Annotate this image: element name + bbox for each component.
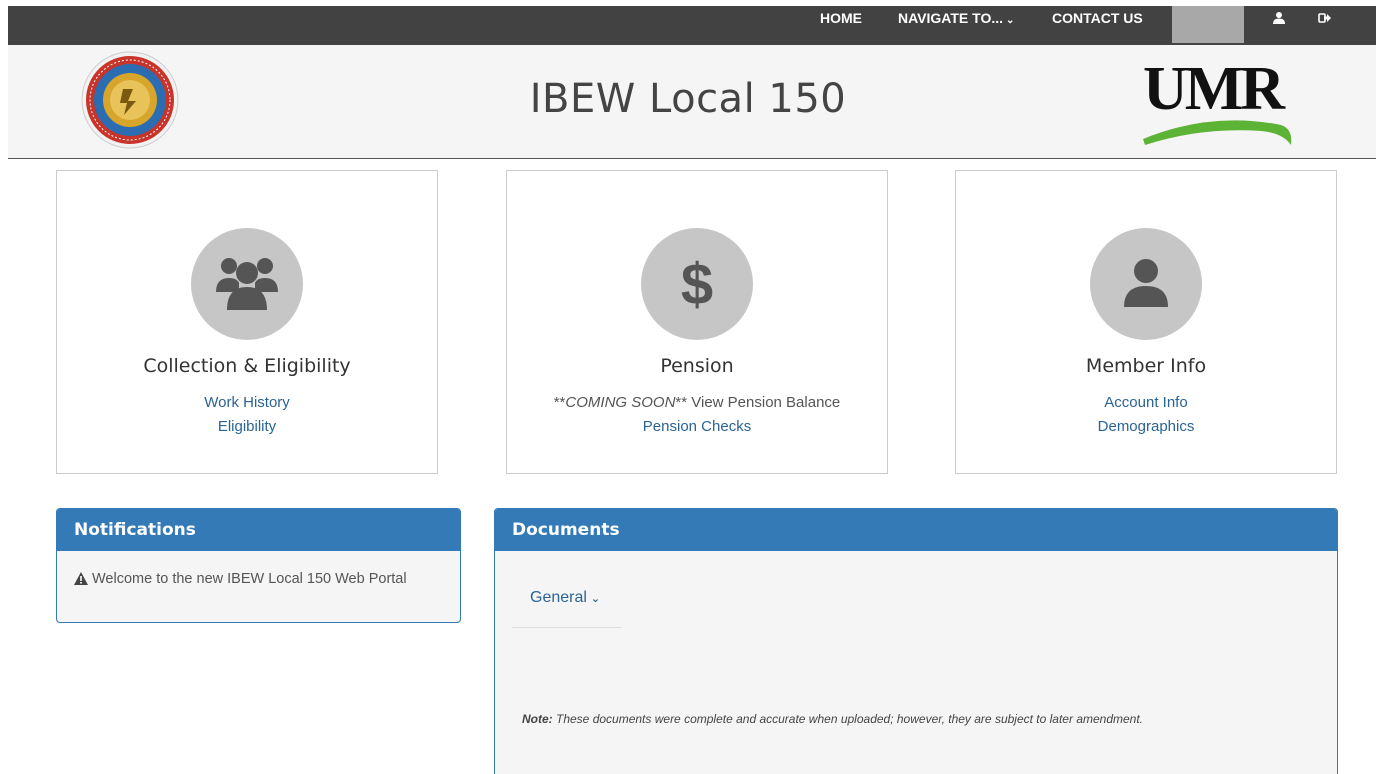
card-title: Collection & Eligibility <box>143 355 351 377</box>
documents-disclaimer: Note: These documents were complete and … <box>522 712 1143 726</box>
chevron-down-icon: ⌄ <box>1006 15 1015 26</box>
svg-text:$: $ <box>681 252 713 317</box>
demographics-link[interactable]: Demographics <box>956 418 1336 435</box>
nav-navigate-dropdown[interactable]: NAVIGATE TO... ⌄ <box>898 6 1014 45</box>
eligibility-link[interactable]: Eligibility <box>57 418 437 435</box>
chevron-down-icon: ⌄ <box>590 593 601 605</box>
notifications-panel: Notifications Welcome to the new IBEW Lo… <box>56 508 461 623</box>
dollar-icon: $ <box>681 252 713 317</box>
tab-general[interactable]: General ⌄ <box>512 589 622 628</box>
note-text: These documents were complete and accura… <box>552 712 1144 726</box>
collection-eligibility-card: Collection & Eligibility Work History El… <box>56 170 438 474</box>
dollar-icon-circle: $ <box>641 228 753 340</box>
user-icon[interactable] <box>1272 11 1286 25</box>
pension-checks-link[interactable]: Pension Checks <box>507 418 887 435</box>
coming-soon-text: COMING SOON <box>565 394 676 411</box>
notification-message: Welcome to the new IBEW Local 150 Web Po… <box>92 571 407 587</box>
pension-card: $ Pension **COMING SOON** View Pension B… <box>506 170 888 474</box>
nav-navigate-label: NAVIGATE TO... <box>898 10 1004 26</box>
panel-title: Documents <box>495 509 1337 551</box>
warning-icon <box>74 572 88 585</box>
nav-home-link[interactable]: HOME <box>820 6 862 45</box>
pension-balance-note: **COMING SOON** View Pension Balance <box>507 394 887 411</box>
tab-general-label-wrap: General ⌄ <box>530 589 600 607</box>
user-icon <box>1124 259 1168 307</box>
top-nav-bar: HOME NAVIGATE TO... ⌄ CONTACT US <box>8 6 1376 45</box>
documents-panel: Documents General ⌄ Note: These documents… <box>494 508 1338 774</box>
redacted-username-box <box>1172 6 1244 43</box>
card-title: Pension <box>660 355 734 377</box>
panel-title: Notifications <box>57 509 460 551</box>
logout-icon[interactable] <box>1318 11 1332 25</box>
card-title: Member Info <box>1085 355 1207 377</box>
nav-contact-link[interactable]: CONTACT US <box>1052 6 1143 45</box>
page-title: IBEW Local 150 <box>529 76 847 122</box>
note-suffix: ** View Pension Balance <box>675 394 841 411</box>
work-history-link[interactable]: Work History <box>57 394 437 411</box>
note-label: Note: <box>522 712 553 726</box>
note-prefix: ** <box>553 394 566 411</box>
account-info-link[interactable]: Account Info <box>956 394 1336 411</box>
tab-general-label: General <box>530 589 587 606</box>
notification-item: Welcome to the new IBEW Local 150 Web Po… <box>74 571 407 587</box>
member-info-card: Member Info Account Info Demographics <box>955 170 1337 474</box>
user-icon-circle <box>1090 228 1202 340</box>
users-icon-circle <box>191 228 303 340</box>
users-icon <box>216 258 278 310</box>
